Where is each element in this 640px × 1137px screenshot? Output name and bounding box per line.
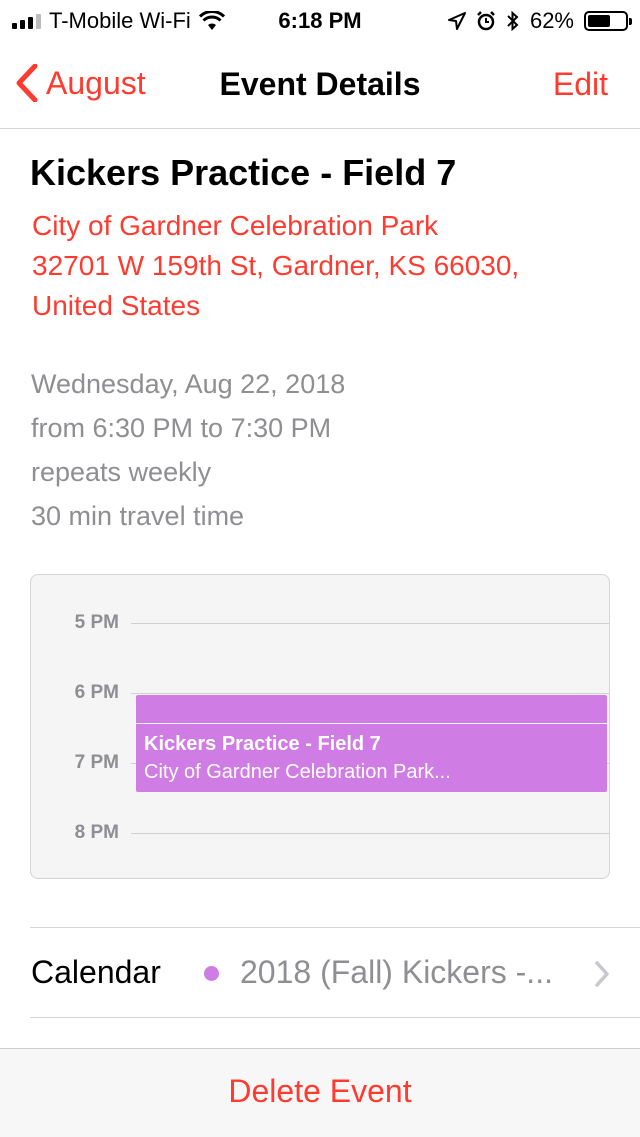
event-block-location: City of Gardner Celebration Park...: [144, 761, 451, 783]
page-title: Event Details: [219, 66, 421, 102]
battery-percent: 62%: [529, 8, 574, 33]
hour-label: 7 PM: [74, 752, 119, 773]
hour-line: [131, 623, 609, 624]
nav-bar: August Event Details Edit: [0, 40, 640, 129]
bottom-toolbar: Delete Event: [0, 1048, 640, 1137]
location-line: United States: [32, 290, 201, 321]
calendar-color-dot: [204, 966, 219, 981]
hour-row: 8 PM: [31, 822, 609, 853]
hour-line: [131, 693, 609, 694]
hour-label: 8 PM: [74, 822, 119, 843]
location-arrow-icon: [447, 12, 466, 30]
event-location-link[interactable]: City of Gardner Celebration Park 32701 W…: [32, 206, 612, 326]
chevron-right-icon: [595, 961, 609, 987]
hour-row: 5 PM: [31, 612, 609, 643]
location-line: 32701 W 159th St, Gardner, KS 66030,: [32, 250, 520, 281]
event-time-range: from 6:30 PM to 7:30 PM: [31, 413, 332, 443]
divider: [30, 1017, 640, 1018]
alarm-icon: [477, 11, 495, 31]
event-details: Wednesday, Aug 22, 2018 from 6:30 PM to …: [31, 362, 345, 538]
hour-label: 6 PM: [74, 682, 119, 703]
event-block-title: Kickers Practice - Field 7: [144, 733, 381, 755]
calendar-row-value: 2018 (Fall) Kickers -...: [240, 954, 553, 990]
battery-icon: [584, 11, 632, 31]
travel-time-divider: [136, 723, 607, 724]
event-date: Wednesday, Aug 22, 2018: [31, 369, 346, 399]
hour-line: [131, 833, 609, 834]
calendar-row[interactable]: Calendar 2018 (Fall) Kickers -...: [0, 928, 640, 1018]
calendar-row-label: Calendar: [31, 954, 161, 990]
edit-button[interactable]: Edit: [553, 66, 608, 103]
day-preview-calendar: 5 PM 6 PM 7 PM 8 PM Kickers Practice - F…: [30, 574, 610, 879]
event-title: Kickers Practice - Field 7: [30, 152, 457, 193]
event-repeat: repeats weekly: [31, 457, 212, 487]
event-block[interactable]: Kickers Practice - Field 7 City of Gardn…: [136, 695, 607, 792]
delete-event-button[interactable]: Delete Event: [0, 1073, 640, 1110]
event-travel-time: 30 min travel time: [31, 501, 245, 531]
location-line: City of Gardner Celebration Park: [32, 210, 439, 241]
hour-label: 5 PM: [74, 612, 119, 633]
status-bar: T-Mobile Wi-Fi 6:18 PM 62%: [0, 0, 640, 40]
status-right: 62%: [447, 8, 632, 34]
bluetooth-icon: [507, 11, 519, 31]
battery-fill: [588, 15, 610, 27]
